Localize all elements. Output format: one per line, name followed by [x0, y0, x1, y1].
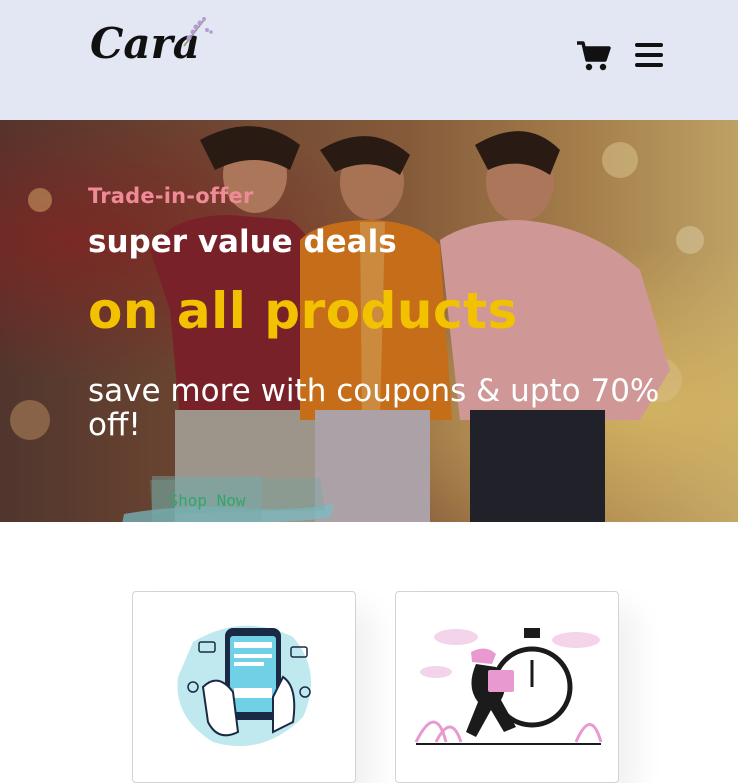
feature-card-payment[interactable]	[132, 591, 356, 783]
site-header: Cara	[0, 0, 738, 120]
hero-subtitle: save more with coupons & upto 70% off!	[88, 373, 660, 443]
shopping-cart-icon[interactable]	[576, 40, 612, 72]
hamburger-menu-icon[interactable]	[635, 43, 663, 68]
fast-delivery-illustration-icon	[414, 628, 603, 745]
menu-bar-bottom	[635, 63, 663, 67]
hero-title-highlight: on all products	[88, 282, 518, 340]
menu-bar-middle	[635, 53, 663, 57]
logo-wordmark-icon: Cara	[90, 17, 213, 68]
online-payment-illustration-icon	[177, 625, 311, 747]
hero-eyebrow: Trade-in-offer	[88, 184, 254, 208]
menu-bar-top	[635, 43, 663, 47]
brand-logo[interactable]: Cara	[86, 10, 216, 70]
hero-title: super value deals	[88, 224, 397, 260]
shop-now-button[interactable]: Shop Now	[152, 476, 262, 522]
hero-banner: Trade-in-offer super value deals on all …	[0, 120, 738, 522]
feature-card-delivery[interactable]	[395, 591, 619, 783]
logo-text: Cara	[90, 19, 200, 68]
